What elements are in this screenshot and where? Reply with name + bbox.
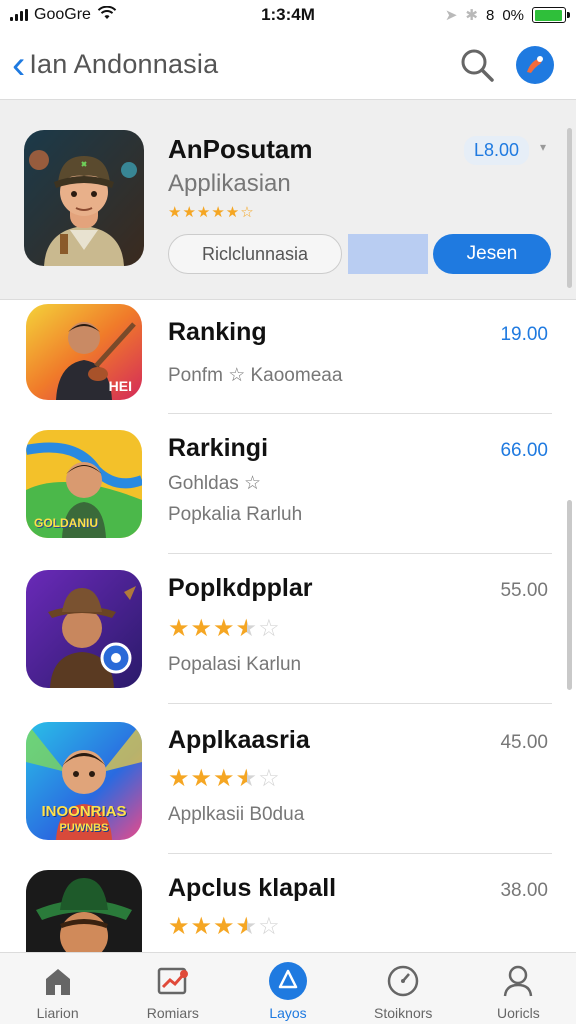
tab-profile[interactable]: Uoricls (461, 953, 576, 1024)
charts-icon (153, 961, 193, 1001)
app-category: Popalasi Karlun (168, 654, 302, 675)
battery-percent: 0% (502, 6, 524, 24)
status-bar: GooGre 1:3:4M ➤ ✱ 8 0% (0, 0, 576, 30)
back-chevron-icon[interactable]: ‹ (12, 45, 25, 85)
secondary-action-button[interactable]: Riclclunnasia (168, 234, 342, 274)
price-caret-icon: ▾ (540, 140, 547, 154)
app-price[interactable]: 66.00 (500, 440, 548, 462)
app-icon-boy-map: GOLDANIU (26, 430, 142, 538)
bluetooth-dim-icon: ✱ (465, 7, 478, 24)
battery-level (534, 9, 563, 21)
profile-avatar-icon (527, 55, 543, 73)
app-name: Poplkdpplar (168, 574, 313, 602)
app-icon-adventurer (26, 870, 142, 952)
app-icon-text: GOLDANIU (34, 516, 98, 530)
battery-icon (532, 7, 570, 23)
app-subtitle: Gohldas ☆ (168, 473, 262, 494)
person-icon (498, 961, 538, 1001)
timer-icon (383, 961, 423, 1001)
app-row-ranking[interactable]: HEI Ranking 19.00 Ponfm ☆ Kaoomeaa (0, 300, 576, 414)
featured-app-name: AnPosutam (168, 134, 313, 164)
app-icon-hero: INOONRIAS PUWNBS (26, 722, 142, 840)
search-icon (461, 49, 494, 82)
app-row-apclus[interactable]: Apclus klapall 38.00 ★★★★☆ (0, 854, 576, 952)
app-row-applkaasria[interactable]: INOONRIAS PUWNBS Applkaasria 45.00 ★★★★☆… (0, 704, 576, 854)
scrollbar-top[interactable] (567, 128, 572, 288)
page-title: Ian Andonnasia (29, 49, 219, 79)
primary-action-button[interactable]: Jesen (433, 234, 551, 274)
tab-charts[interactable]: Romiars (115, 953, 230, 1024)
app-name: Apclus klapall (168, 874, 337, 902)
tab-label: Liarion (36, 1005, 79, 1021)
profile-button[interactable] (516, 45, 554, 84)
app-name: Ranking (168, 318, 267, 346)
tab-timer[interactable]: Stoiknors (346, 953, 461, 1024)
scrollbar-thumb[interactable] (567, 500, 572, 690)
featured-price[interactable]: L8.00 (464, 136, 530, 165)
explore-icon (268, 961, 308, 1001)
app-price[interactable]: 55.00 (500, 580, 548, 602)
app-row-rarkingi[interactable]: GOLDANIU Rarkingi 66.00 Gohldas ☆ Popkal… (0, 414, 576, 554)
app-subtitle: Ponfm ☆ Kaoomeaa (168, 365, 343, 386)
app-price[interactable]: 19.00 (500, 324, 548, 346)
app-rating-stars: ★★★★☆ (168, 765, 281, 792)
tab-home[interactable]: Liarion (0, 953, 115, 1024)
tab-label: Uoricls (497, 1005, 540, 1021)
home-icon (38, 961, 78, 1001)
placeholder-block (348, 234, 428, 274)
bluetooth-label: 8 (485, 6, 495, 24)
app-icon-text: HEI (108, 378, 132, 394)
carrier-label: GooGre (34, 6, 91, 23)
location-icon: ➤ (444, 7, 458, 24)
featured-rating-stars: ★★★★★☆ (168, 204, 255, 221)
tab-label: Romiars (146, 1005, 199, 1021)
app-price[interactable]: 38.00 (500, 880, 548, 902)
signal-icon (10, 9, 28, 21)
app-name: Applkaasria (168, 726, 310, 754)
tab-label: Stoiknors (374, 1005, 433, 1021)
app-rating-stars: ★★★★☆ (168, 913, 281, 940)
app-icon-guitarist: HEI (26, 304, 142, 400)
featured-app[interactable]: AnPosutam Applikasian ★★★★★☆ L8.00 ▾ Ric… (0, 100, 576, 300)
app-category: Applkasii B0dua (168, 804, 305, 825)
app-rating-stars: ★★★★☆ (168, 615, 281, 642)
tab-bar: Liarion Romiars Layos Stoiknors Uoricls (0, 952, 576, 1024)
app-row-poplkdpplar[interactable]: Poplkdpplar 55.00 ★★★★☆ Popalasi Karlun (0, 554, 576, 704)
tab-explore[interactable]: Layos (230, 953, 345, 1024)
app-category: Popkalia Rarluh (168, 504, 303, 525)
wifi-icon (97, 5, 117, 25)
app-icon-text: PUWNBS (59, 822, 109, 834)
app-name: Rarkingi (168, 434, 269, 462)
featured-app-icon (24, 130, 144, 266)
search-button[interactable] (456, 44, 498, 86)
navigation-bar: ‹ Ian Andonnasia (0, 30, 576, 100)
featured-app-subtitle: Applikasian (168, 170, 291, 197)
app-icon-text: INOONRIAS (41, 803, 127, 820)
tab-label: Layos (269, 1005, 307, 1021)
app-price[interactable]: 45.00 (500, 732, 548, 754)
app-icon-cowboy (26, 570, 142, 688)
